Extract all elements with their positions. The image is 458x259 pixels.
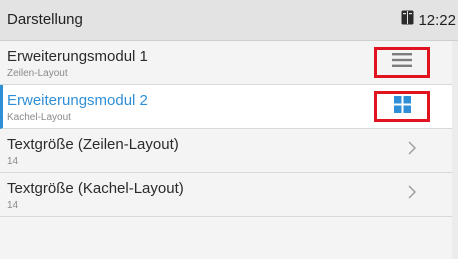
page-title: Darstellung — [7, 11, 83, 28]
list-item-sublabel: Kachel-Layout — [7, 112, 71, 123]
chevron-right-icon — [408, 141, 416, 160]
list-item-label: Textgröße (Kachel-Layout) — [7, 180, 184, 197]
chevron-right-icon — [408, 185, 416, 204]
list-lines-icon — [392, 53, 412, 72]
settings-list: Erweiterungsmodul 1 Zeilen-Layout Erweit… — [0, 41, 458, 217]
status-area: 12:22 — [401, 10, 456, 30]
list-item-sublabel: 14 — [7, 156, 19, 167]
header-bar: Darstellung 12:22 — [0, 0, 458, 41]
highlight-box — [374, 47, 430, 78]
tiles-grid-icon — [393, 95, 411, 118]
list-item-label: Textgröße (Zeilen-Layout) — [7, 136, 179, 153]
empty-list-area — [0, 217, 452, 259]
list-item-erweiterungsmodul-2[interactable]: Erweiterungsmodul 2 Kachel-Layout — [0, 85, 452, 129]
list-item-erweiterungsmodul-1[interactable]: Erweiterungsmodul 1 Zeilen-Layout — [0, 41, 452, 85]
list-item-label: Erweiterungsmodul 2 — [7, 92, 148, 109]
clock: 12:22 — [418, 11, 456, 29]
book-icon — [401, 10, 414, 30]
list-item-textgroesse-zeilen[interactable]: Textgröße (Zeilen-Layout) 14 — [0, 129, 452, 173]
screen: Darstellung 12:22 Erweiterungsmodul 1 Ze… — [0, 0, 458, 259]
list-item-sublabel: 14 — [7, 200, 19, 211]
list-item-label: Erweiterungsmodul 1 — [7, 48, 148, 65]
list-item-textgroesse-kachel[interactable]: Textgröße (Kachel-Layout) 14 — [0, 173, 452, 217]
highlight-box — [374, 91, 430, 122]
list-item-sublabel: Zeilen-Layout — [7, 68, 68, 79]
